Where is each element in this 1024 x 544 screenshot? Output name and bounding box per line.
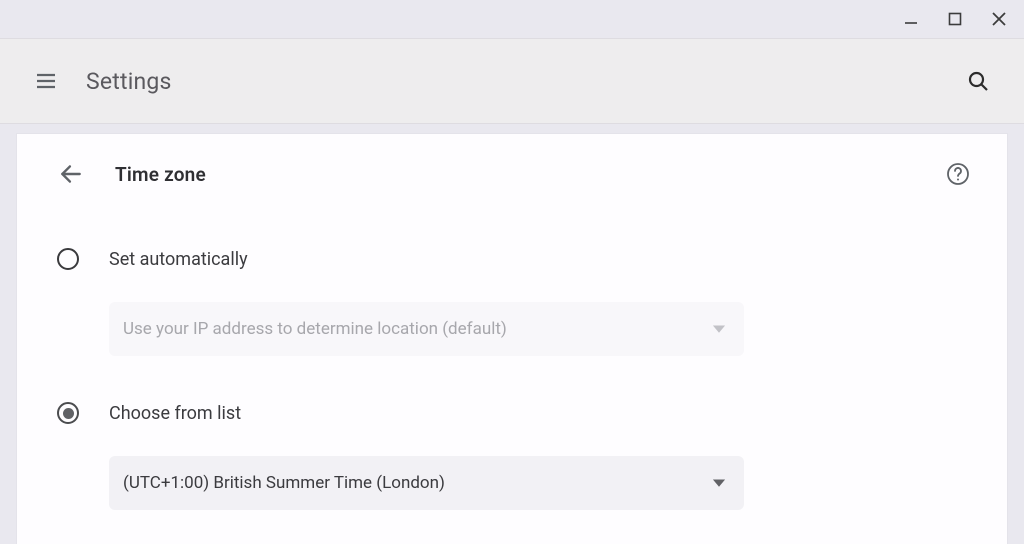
radio-set-automatically[interactable] — [57, 248, 79, 270]
window-titlebar — [0, 0, 1024, 38]
option-label: Set automatically — [109, 249, 248, 270]
settings-panel: Time zone Set automatically Use your IP … — [17, 134, 1007, 544]
option-label: Choose from list — [109, 403, 241, 424]
help-icon — [946, 162, 970, 186]
search-button[interactable] — [964, 67, 992, 95]
dropdown-selected-text: Use your IP address to determine locatio… — [123, 319, 702, 339]
arrow-left-icon — [58, 161, 84, 187]
close-icon — [991, 11, 1007, 27]
dropdown-auto-location: Use your IP address to determine locatio… — [109, 302, 744, 356]
search-icon — [966, 69, 990, 93]
option-choose-from-list[interactable]: Choose from list — [57, 388, 971, 434]
timezone-options: Set automatically Use your IP address to… — [53, 234, 971, 532]
page-header: Time zone — [53, 160, 971, 188]
dropdown-timezone-list[interactable]: (UTC+1:00) British Summer Time (London) — [109, 456, 744, 510]
minimize-icon — [903, 11, 919, 27]
chevron-down-icon — [712, 476, 726, 490]
option-set-automatically[interactable]: Set automatically — [57, 234, 971, 280]
window-maximize-button[interactable] — [944, 8, 966, 30]
page-title: Time zone — [115, 163, 206, 186]
dropdown-selected-text: (UTC+1:00) British Summer Time (London) — [123, 473, 702, 493]
window-close-button[interactable] — [988, 8, 1010, 30]
chevron-down-icon — [712, 322, 726, 336]
maximize-icon — [948, 12, 962, 26]
app-title: Settings — [86, 68, 172, 95]
window-minimize-button[interactable] — [900, 8, 922, 30]
app-header: Settings — [0, 38, 1024, 124]
hamburger-icon — [34, 69, 58, 93]
help-button[interactable] — [945, 161, 971, 187]
menu-button[interactable] — [34, 69, 58, 93]
radio-choose-from-list[interactable] — [57, 402, 79, 424]
back-button[interactable] — [57, 160, 85, 188]
